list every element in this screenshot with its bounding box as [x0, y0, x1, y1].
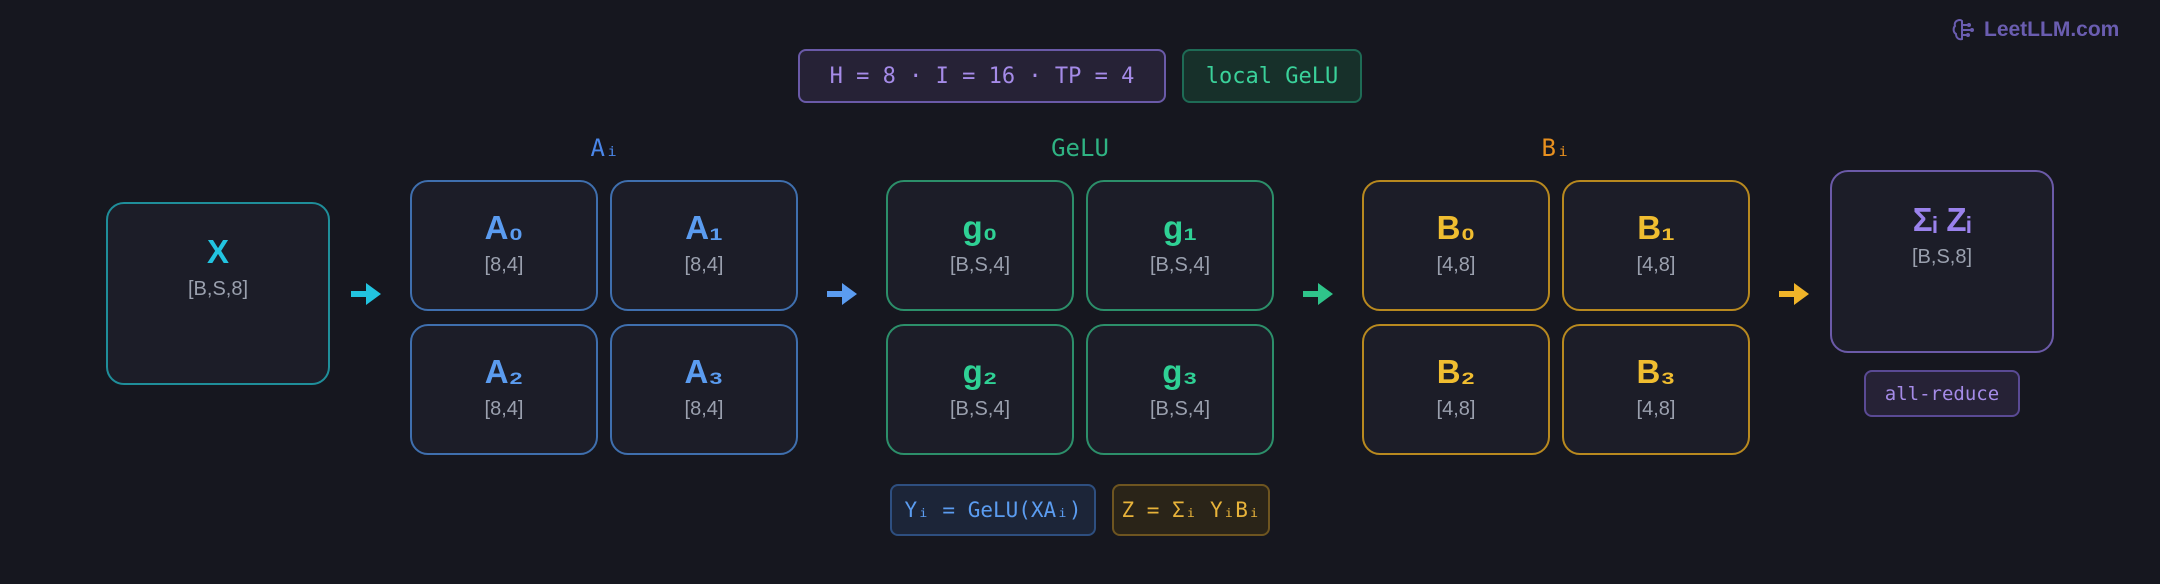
b-block-title: B₃ — [1636, 353, 1676, 390]
formula-y-label: Yᵢ = GeLU(XAᵢ) — [904, 498, 1082, 522]
output-shape: [B,S,8] — [1911, 246, 1973, 268]
gelu-block-0: g₀ [B,S,4] — [886, 180, 1074, 311]
gelu-block-shape: [B,S,4] — [949, 398, 1011, 420]
gelu-block-shape: [B,S,4] — [1149, 398, 1211, 420]
params-badge: H = 8 · I = 16 · TP = 4 — [798, 49, 1166, 103]
input-x-box: X [B,S,8] — [106, 202, 330, 385]
a-block-shape: [8,4] — [684, 398, 724, 420]
all-reduce-label: all-reduce — [1884, 382, 2000, 405]
brand-logo: LeetLLM.com — [1952, 14, 2119, 46]
a-block-3: A₃ [8,4] — [610, 324, 798, 455]
column-title-gelu: GeLU — [1051, 134, 1109, 162]
a-block-title: A₂ — [484, 353, 524, 390]
arrow-right-icon — [1777, 280, 1811, 308]
formula-z-badge: Z = Σᵢ YᵢBᵢ — [1112, 484, 1270, 536]
a-block-title: A₃ — [684, 353, 724, 390]
b-block-title: B₁ — [1637, 209, 1675, 246]
column-title-a: Aᵢ — [590, 134, 620, 162]
output-sum-box: Σᵢ Zᵢ [B,S,8] — [1830, 170, 2054, 353]
gelu-block-shape: [B,S,4] — [1149, 254, 1211, 276]
all-reduce-badge: all-reduce — [1864, 370, 2020, 417]
a-block-title: A₁ — [685, 209, 723, 246]
arrow-right-icon — [1301, 280, 1335, 308]
gelu-block-title: g₁ — [1163, 209, 1197, 246]
brain-icon — [1952, 18, 1974, 41]
b-block-title: B₀ — [1436, 209, 1476, 246]
arrow-right-icon — [349, 280, 383, 308]
gelu-block-1: g₁ [B,S,4] — [1086, 180, 1274, 311]
mode-label: local GeLU — [1205, 63, 1339, 89]
formula-y-badge: Yᵢ = GeLU(XAᵢ) — [890, 484, 1096, 536]
a-block-1: A₁ [8,4] — [610, 180, 798, 311]
output-title: Σᵢ Zᵢ — [1912, 201, 1972, 238]
a-block-title: A₀ — [484, 209, 524, 246]
b-block-shape: [4,8] — [1436, 254, 1476, 276]
formula-z-label: Z = Σᵢ YᵢBᵢ — [1121, 498, 1261, 522]
b-block-3: B₃ [4,8] — [1562, 324, 1750, 455]
gelu-block-title: g₂ — [962, 353, 998, 390]
input-x-shape: [B,S,8] — [187, 278, 249, 300]
b-block-2: B₂ [4,8] — [1362, 324, 1550, 455]
a-block-shape: [8,4] — [484, 398, 524, 420]
gelu-block-title: g₃ — [1162, 353, 1198, 390]
a-block-shape: [8,4] — [484, 254, 524, 276]
mode-badge: local GeLU — [1182, 49, 1362, 103]
b-block-shape: [4,8] — [1636, 398, 1676, 420]
params-label: H = 8 · I = 16 · TP = 4 — [829, 63, 1135, 89]
b-block-shape: [4,8] — [1636, 254, 1676, 276]
column-title-b: Bᵢ — [1541, 134, 1571, 162]
b-block-0: B₀ [4,8] — [1362, 180, 1550, 311]
gelu-block-3: g₃ [B,S,4] — [1086, 324, 1274, 455]
b-block-title: B₂ — [1436, 353, 1476, 390]
a-block-0: A₀ [8,4] — [410, 180, 598, 311]
gelu-block-shape: [B,S,4] — [949, 254, 1011, 276]
gelu-block-2: g₂ [B,S,4] — [886, 324, 1074, 455]
b-block-shape: [4,8] — [1436, 398, 1476, 420]
a-block-shape: [8,4] — [684, 254, 724, 276]
a-block-2: A₂ [8,4] — [410, 324, 598, 455]
input-x-title: X — [206, 233, 229, 270]
gelu-block-title: g₀ — [962, 209, 998, 246]
arrow-right-icon — [825, 280, 859, 308]
b-block-1: B₁ [4,8] — [1562, 180, 1750, 311]
brand-text: LeetLLM.com — [1984, 18, 2120, 41]
